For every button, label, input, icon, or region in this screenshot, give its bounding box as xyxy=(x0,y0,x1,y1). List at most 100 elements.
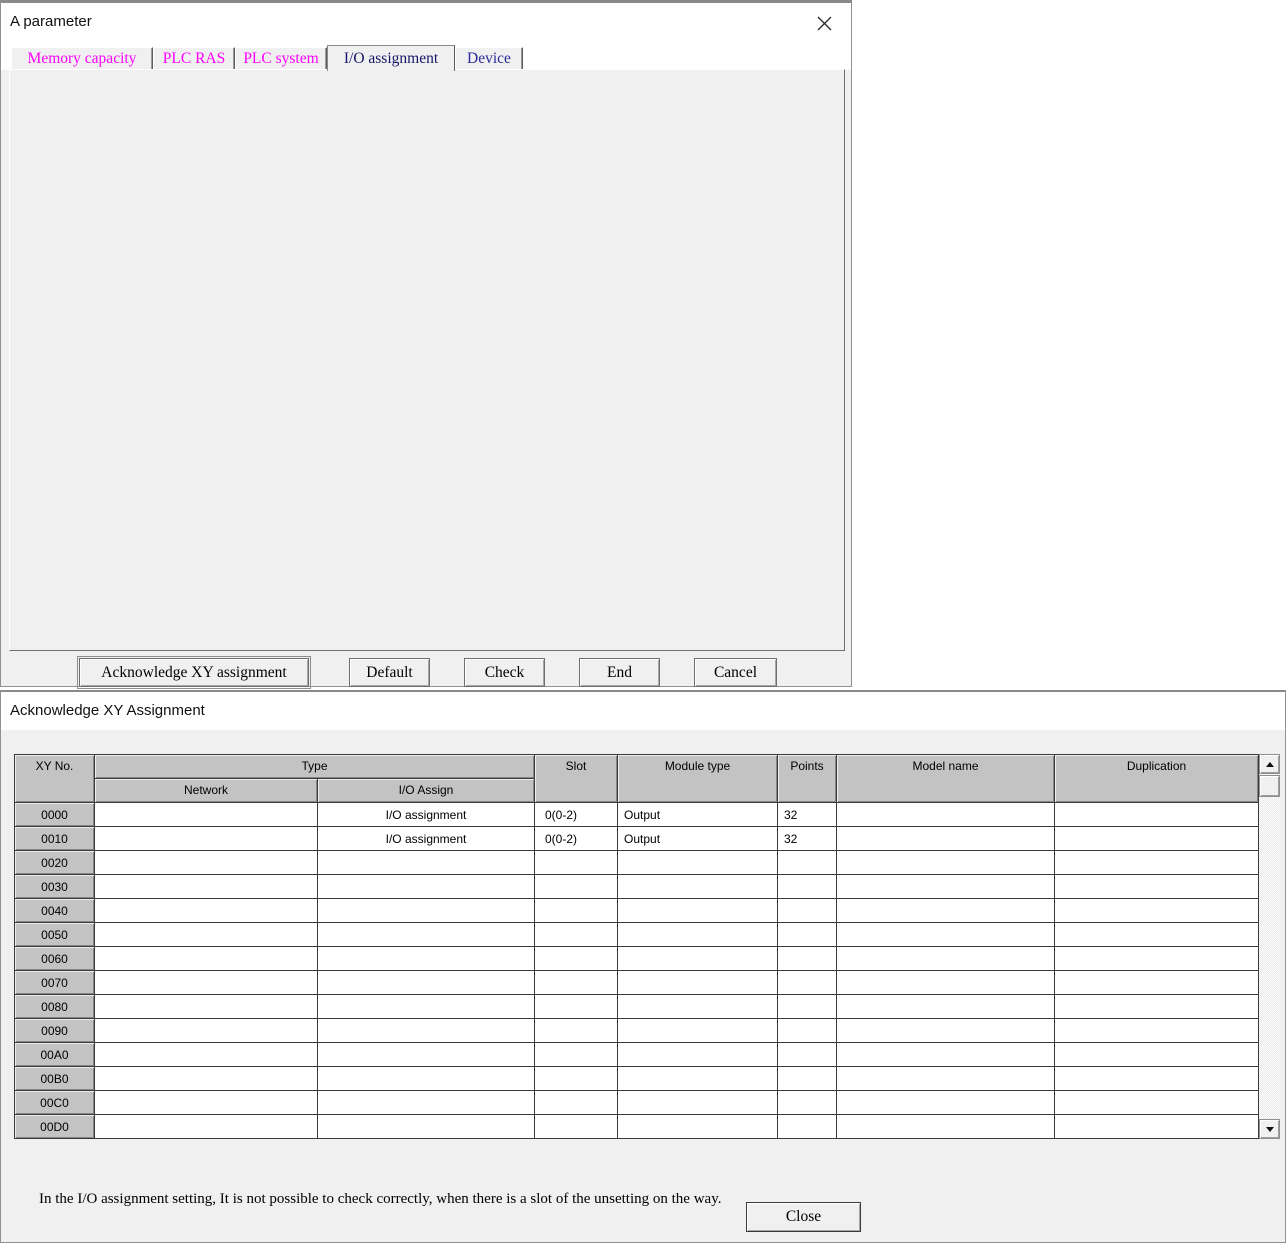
ack-dialog-titlebar[interactable]: Acknowledge XY Assignment xyxy=(1,692,1285,730)
points-cell xyxy=(778,995,837,1019)
xy-header-module-type: Module type xyxy=(618,755,778,803)
xy-no-cell: 0020 xyxy=(15,851,95,875)
xy-no-cell: 0050 xyxy=(15,923,95,947)
io-assign-cell xyxy=(318,923,535,947)
scroll-up-button[interactable] xyxy=(1259,754,1280,774)
default-button[interactable]: Default xyxy=(349,658,430,687)
xy-header-duplication: Duplication xyxy=(1055,755,1259,803)
tab-memory-capacity[interactable]: Memory capacity xyxy=(11,47,153,70)
module-type-cell xyxy=(618,995,778,1019)
network-cell xyxy=(95,923,318,947)
slot-cell xyxy=(535,899,618,923)
module-type-cell xyxy=(618,1067,778,1091)
io-assign-cell xyxy=(318,1091,535,1115)
module-type-cell xyxy=(618,851,778,875)
end-button[interactable]: End xyxy=(579,658,660,687)
close-icon xyxy=(817,16,832,31)
xy-table-header: XY No. Type Network I/O Assign Slot Modu… xyxy=(14,754,1259,803)
points-cell xyxy=(778,1043,837,1067)
points-cell xyxy=(778,923,837,947)
xy-no-cell: 00D0 xyxy=(15,1115,95,1139)
slot-cell xyxy=(535,1115,618,1139)
check-button[interactable]: Check xyxy=(464,658,545,687)
points-cell xyxy=(778,875,837,899)
points-cell xyxy=(778,1115,837,1139)
module-type-cell: Output xyxy=(618,803,778,827)
a-parameter-title: A parameter xyxy=(10,13,92,30)
model-name-cell xyxy=(837,827,1055,851)
xy-table-scrollbar[interactable] xyxy=(1259,754,1280,1139)
slot-cell xyxy=(535,875,618,899)
xy-header-slot: Slot xyxy=(535,755,618,803)
module-type-cell xyxy=(618,1115,778,1139)
xy-no-cell: 0000 xyxy=(15,803,95,827)
tab-device[interactable]: Device xyxy=(455,47,523,70)
scroll-down-button[interactable] xyxy=(1259,1119,1280,1139)
module-type-cell xyxy=(618,899,778,923)
network-cell xyxy=(95,947,318,971)
duplication-cell xyxy=(1055,803,1259,827)
network-cell xyxy=(95,827,318,851)
xy-assignment-table: XY No. Type Network I/O Assign Slot Modu… xyxy=(14,754,1259,1139)
points-cell xyxy=(778,851,837,875)
io-assign-cell xyxy=(318,875,535,899)
cancel-button[interactable]: Cancel xyxy=(694,658,777,687)
points-cell xyxy=(778,1067,837,1091)
network-cell xyxy=(95,1091,318,1115)
model-name-cell xyxy=(837,1091,1055,1115)
xy-no-cell: 0070 xyxy=(15,971,95,995)
model-name-cell xyxy=(837,899,1055,923)
module-type-cell: Output xyxy=(618,827,778,851)
duplication-cell xyxy=(1055,947,1259,971)
acknowledge-xy-assignment-dialog: Acknowledge XY Assignment XY No. Type Ne… xyxy=(0,690,1286,1243)
network-cell xyxy=(95,803,318,827)
module-type-cell xyxy=(618,1043,778,1067)
duplication-cell xyxy=(1055,827,1259,851)
network-cell xyxy=(95,971,318,995)
scroll-thumb[interactable] xyxy=(1259,775,1280,797)
xy-no-cell: 0030 xyxy=(15,875,95,899)
xy-no-cell: 0060 xyxy=(15,947,95,971)
close-button[interactable] xyxy=(813,12,835,34)
slot-cell xyxy=(535,923,618,947)
tab-io-assignment[interactable]: I/O assignment xyxy=(327,45,455,71)
io-assign-cell xyxy=(318,851,535,875)
xy-header-type: Type xyxy=(95,755,535,779)
close-button[interactable]: Close xyxy=(746,1202,861,1232)
io-assign-cell: I/O assignment xyxy=(318,803,535,827)
module-type-cell xyxy=(618,1091,778,1115)
io-assign-cell xyxy=(318,1115,535,1139)
io-assign-cell xyxy=(318,1067,535,1091)
model-name-cell xyxy=(837,995,1055,1019)
network-cell xyxy=(95,875,318,899)
io-assign-cell xyxy=(318,947,535,971)
module-type-cell xyxy=(618,971,778,995)
network-cell xyxy=(95,851,318,875)
xy-no-cell: 00C0 xyxy=(15,1091,95,1115)
xy-no-cell: 0080 xyxy=(15,995,95,1019)
network-cell xyxy=(95,1115,318,1139)
network-cell xyxy=(95,899,318,923)
model-name-cell xyxy=(837,971,1055,995)
a-parameter-titlebar[interactable]: A parameter xyxy=(1,3,851,44)
points-cell xyxy=(778,971,837,995)
chevron-down-icon xyxy=(1266,1127,1274,1132)
slot-cell xyxy=(535,995,618,1019)
xy-header-points: Points xyxy=(778,755,837,803)
network-cell xyxy=(95,1019,318,1043)
tab-plc-system[interactable]: PLC system xyxy=(235,47,327,70)
acknowledge-xy-assignment-button[interactable]: Acknowledge XY assignment xyxy=(79,658,309,687)
points-cell xyxy=(778,1019,837,1043)
xy-header-io-assign: I/O Assign xyxy=(318,779,535,803)
duplication-cell xyxy=(1055,1019,1259,1043)
io-assign-cell: I/O assignment xyxy=(318,827,535,851)
model-name-cell xyxy=(837,803,1055,827)
ack-dialog-title: Acknowledge XY Assignment xyxy=(10,702,205,719)
duplication-cell xyxy=(1055,971,1259,995)
io-assign-cell xyxy=(318,899,535,923)
tab-plc-ras[interactable]: PLC RAS xyxy=(153,47,235,70)
points-cell xyxy=(778,899,837,923)
chevron-up-icon xyxy=(1266,762,1274,767)
model-name-cell xyxy=(837,875,1055,899)
slot-cell xyxy=(535,1043,618,1067)
